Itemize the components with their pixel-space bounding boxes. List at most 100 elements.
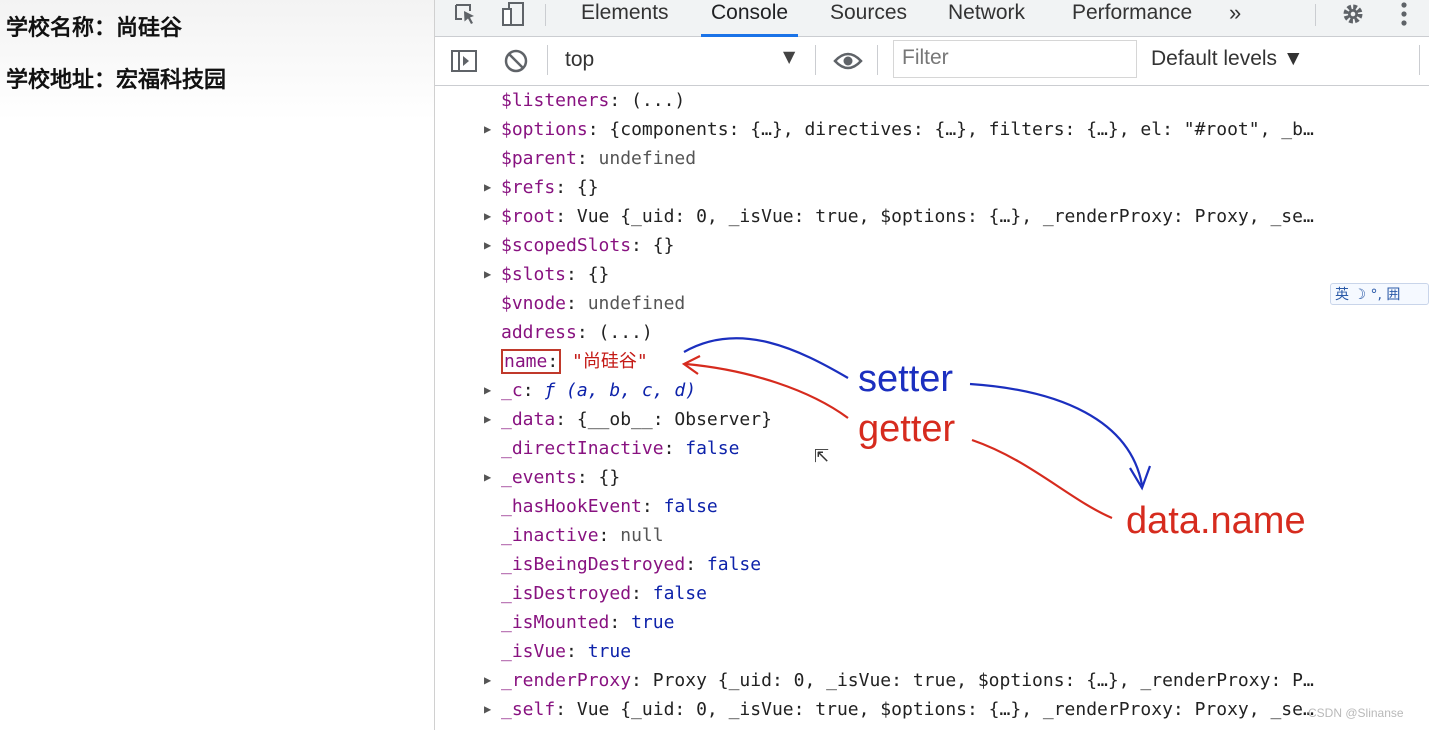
context-selector[interactable]: top	[565, 48, 594, 72]
key-wrapper: $options:	[501, 119, 599, 140]
filter-field[interactable]	[893, 40, 1140, 78]
expand-triangle-icon[interactable]: ▶	[484, 173, 491, 202]
console-row: _isBeingDestroyed: false	[501, 550, 761, 579]
key-wrapper: $listeners:	[501, 90, 620, 111]
toolbar-separator	[1419, 45, 1420, 75]
tab-performance[interactable]: Performance	[1072, 0, 1192, 34]
school-address-text: 学校地址：宏福科技园	[6, 68, 227, 93]
key-colon: :	[566, 264, 577, 285]
watermark: CSDN @Slinanse	[1308, 706, 1404, 720]
key-colon: :	[609, 612, 621, 633]
page-viewport: 学校名称：尚硅谷 学校地址：宏福科技园	[0, 0, 434, 730]
expand-triangle-icon[interactable]: ▶	[484, 376, 491, 405]
sidebar-toggle-icon[interactable]	[449, 47, 479, 75]
key-wrapper: _data:	[501, 409, 566, 430]
console-row: $vnode: undefined	[501, 289, 685, 318]
property-key: _directInactive	[501, 438, 664, 459]
property-value: null	[620, 525, 664, 546]
property-key: _renderProxy	[501, 670, 632, 691]
live-expression-eye-icon[interactable]	[831, 47, 865, 75]
device-toolbar-icon[interactable]	[499, 0, 529, 28]
context-dropdown-arrow-icon[interactable]: ▼	[783, 47, 795, 66]
key-wrapper: $root:	[501, 206, 566, 227]
property-value: false	[706, 554, 762, 575]
ime-status-bar[interactable]: 英 ☽ °, 囲	[1330, 283, 1429, 305]
property-key: _c	[501, 380, 523, 401]
property-value: {}	[652, 235, 675, 256]
more-tabs-button[interactable]: »	[1229, 0, 1241, 34]
key-wrapper: _isVue:	[501, 641, 577, 662]
property-value: false	[652, 583, 707, 604]
tabbar-separator	[1315, 4, 1316, 26]
tab-sources[interactable]: Sources	[830, 0, 907, 34]
key-colon: :	[555, 409, 567, 430]
key-colon: :	[685, 554, 697, 575]
expand-triangle-icon[interactable]: ▶	[484, 260, 491, 289]
key-wrapper: _isMounted:	[501, 612, 620, 633]
expand-triangle-icon[interactable]: ▶	[484, 115, 491, 144]
filter-input[interactable]	[894, 41, 1140, 75]
property-value: undefined	[598, 148, 697, 169]
key-wrapper: address:	[501, 322, 588, 343]
key-wrapper: $refs:	[501, 177, 566, 198]
property-value: Proxy {_uid: 0, _isVue: true, $options: …	[652, 670, 1314, 691]
school-name-text: 学校名称：尚硅谷	[6, 16, 183, 41]
property-key: $scopedSlots	[501, 235, 632, 256]
key-wrapper: _hasHookEvent:	[501, 496, 653, 517]
console-row[interactable]: ▶ $root: Vue {_uid: 0, _isVue: true, $opt…	[484, 202, 1314, 231]
property-key: _data	[501, 409, 556, 430]
expand-triangle-icon[interactable]: ▶	[484, 666, 491, 695]
key-colon: :	[576, 467, 588, 488]
console-row[interactable]: ▶ _self: Vue {_uid: 0, _isVue: true, $opt…	[484, 695, 1314, 724]
console-row[interactable]: ▶ _c: ƒ (a, b, c, d)	[484, 376, 697, 405]
toolbar-separator	[877, 45, 878, 75]
tab-elements[interactable]: Elements	[581, 0, 669, 34]
log-levels-dropdown[interactable]: Default levels ▼	[1151, 47, 1304, 71]
expand-triangle-icon[interactable]: ▶	[484, 231, 491, 260]
console-row[interactable]: ▶ $options: {components: {…}, directives:…	[484, 115, 1314, 144]
inspect-element-icon[interactable]	[451, 0, 481, 28]
expand-triangle-icon[interactable]: ▶	[484, 463, 491, 492]
settings-gear-icon[interactable]	[1339, 0, 1367, 28]
property-value: {__ob__: Observer}	[576, 409, 772, 430]
key-colon: :	[555, 206, 567, 227]
key-colon: :	[631, 670, 642, 691]
property-value: ƒ (a, b, c, d)	[544, 380, 697, 401]
tab-network[interactable]: Network	[948, 0, 1025, 34]
console-row[interactable]: ▶ $slots: {}	[484, 260, 609, 289]
property-value: Vue {_uid: 0, _isVue: true, $options: {……	[576, 206, 1314, 227]
key-colon: :	[576, 148, 588, 169]
key-wrapper: $parent:	[501, 148, 588, 169]
console-row: name: "尚硅谷"	[501, 347, 648, 376]
more-options-kebab-icon[interactable]	[1393, 0, 1415, 28]
property-key: _events	[501, 467, 577, 488]
expand-triangle-icon[interactable]: ▶	[484, 405, 491, 434]
data-name-label: data.name	[1126, 500, 1306, 542]
key-wrapper: $slots:	[501, 264, 577, 285]
mouse-cursor-icon: ⇱	[814, 446, 830, 467]
property-key: $refs	[501, 177, 556, 198]
property-key: _isVue	[501, 641, 567, 662]
property-value: (...)	[598, 322, 653, 343]
console-row: _isVue: true	[501, 637, 631, 666]
expand-triangle-icon[interactable]: ▶	[484, 202, 491, 231]
key-colon: :	[547, 351, 559, 372]
console-row[interactable]: ▶ $scopedSlots: {}	[484, 231, 675, 260]
property-value: true	[631, 612, 675, 633]
property-value: false	[663, 496, 718, 517]
key-colon: :	[566, 641, 577, 662]
property-key: $options	[501, 119, 588, 140]
toolbar-separator	[547, 45, 548, 75]
tab-console[interactable]: Console	[701, 0, 799, 37]
console-row[interactable]: ▶ _renderProxy: Proxy {_uid: 0, _isVue: t…	[484, 666, 1314, 695]
property-key: _isMounted	[501, 612, 610, 633]
clear-console-icon[interactable]	[501, 47, 531, 75]
key-colon: :	[522, 380, 534, 401]
property-key: _isBeingDestroyed	[501, 554, 686, 575]
property-value: "尚硅谷"	[572, 351, 648, 372]
key-colon: :	[555, 699, 567, 720]
console-row[interactable]: ▶ _data: {__ob__: Observer}	[484, 405, 772, 434]
console-row[interactable]: ▶ $refs: {}	[484, 173, 599, 202]
expand-triangle-icon[interactable]: ▶	[484, 695, 491, 724]
console-row[interactable]: ▶ _events: {}	[484, 463, 620, 492]
